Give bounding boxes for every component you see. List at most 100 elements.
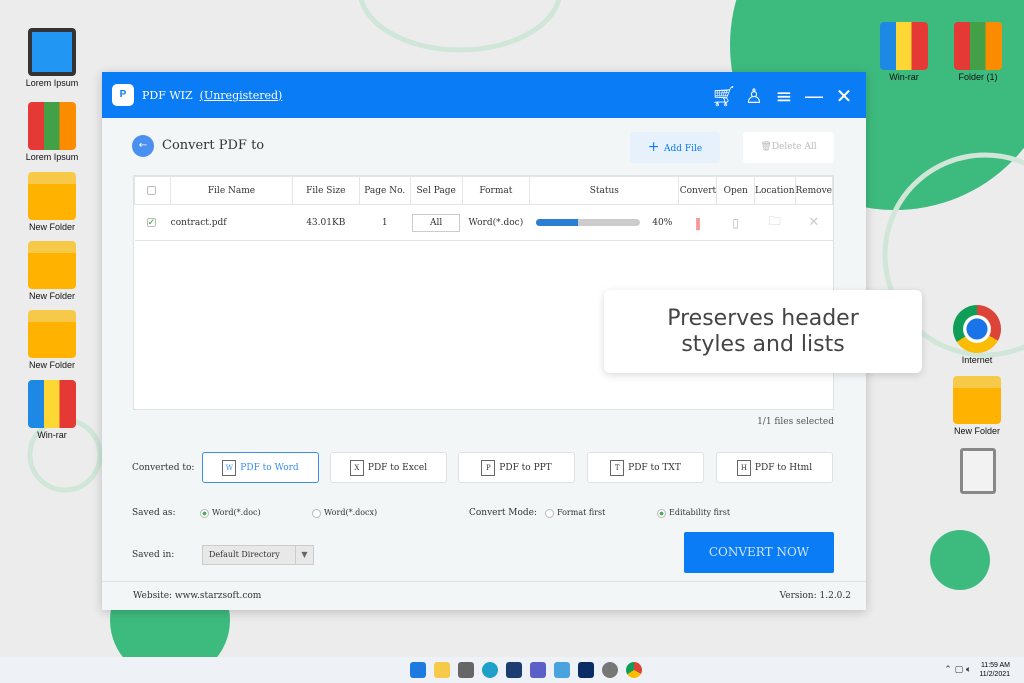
desktop-icon-folder[interactable]: New Folder <box>12 310 92 370</box>
icon-label: Internet <box>961 355 993 365</box>
winrar-icon <box>28 380 76 428</box>
title-bar: P PDF WIZ (Unregistered) 🛒︎ ♙ ≡ — ✕ <box>102 72 866 118</box>
cart-icon[interactable]: 🛒︎ <box>711 84 736 108</box>
tray-icons[interactable]: ⌃ ▢ 🔈︎ <box>944 665 971 675</box>
taskbar: ⌃ ▢ 🔈︎ 11:59 AM 11/2/2021 <box>0 657 1024 683</box>
close-icon[interactable]: ✕ <box>832 84 856 108</box>
file-explorer-icon[interactable] <box>434 662 450 678</box>
html-file-icon: H <box>736 459 751 476</box>
pause-icon[interactable]: ‖ <box>678 204 717 241</box>
desktop-icon-folder1[interactable]: Folder (1) <box>938 22 1018 82</box>
start-icon[interactable] <box>410 662 426 678</box>
icon-label: New Folder <box>28 360 75 370</box>
progress-label: 40% <box>652 217 673 228</box>
convert-now-button[interactable]: CONVERT NOW <box>684 532 834 573</box>
icon-label: Lorem Ipsum <box>25 152 79 162</box>
add-file-label: Add File <box>663 144 703 154</box>
registration-link[interactable]: (Unregistered) <box>200 89 283 102</box>
footer-divider <box>102 581 866 582</box>
menu-icon[interactable]: ≡ <box>772 84 796 108</box>
pdf-to-ppt-button[interactable]: P PDF to PPT <box>458 452 575 483</box>
col-open: Open <box>716 176 755 205</box>
desktop-icon-winrar[interactable]: Win-rar <box>12 380 92 440</box>
trash-icon: 🗑︎ <box>760 142 772 152</box>
col-file-name: File Name <box>170 176 293 205</box>
store-icon[interactable] <box>506 662 522 678</box>
pdf-to-excel-button[interactable]: X PDF to Excel <box>330 452 447 483</box>
delete-all-button[interactable]: 🗑︎Delete All <box>743 132 834 163</box>
desktop-icon-internet[interactable]: Internet <box>937 305 1017 365</box>
file-name: contract.pdf <box>170 204 293 241</box>
desktop-icon-winrar[interactable]: Win-rar <box>864 22 944 82</box>
saved-in-value: Default Directory <box>209 550 280 559</box>
open-file-icon[interactable]: ▯ <box>716 204 755 241</box>
col-location: Location <box>753 176 796 205</box>
folder-icon <box>953 376 1001 424</box>
settings-icon[interactable] <box>602 662 618 678</box>
app-logo-icon: P <box>112 84 134 106</box>
feature-callout: Preserves header styles and lists <box>604 290 922 373</box>
pdf-wiz-taskbar-icon[interactable] <box>578 662 594 678</box>
remove-icon[interactable]: ✕ <box>795 204 833 241</box>
plus-icon: + <box>647 139 664 155</box>
chrome-taskbar-icon[interactable] <box>626 662 642 678</box>
chevron-down-icon: ▼ <box>295 546 313 564</box>
format-label: PDF to PPT <box>499 462 552 473</box>
radio-icon <box>657 508 666 518</box>
bg-circle <box>358 0 562 53</box>
radio-doc[interactable]: Word(*.doc) <box>200 508 261 518</box>
desktop-icon-folder[interactable]: New Folder <box>12 172 92 232</box>
radio-docx[interactable]: Word(*.docx) <box>312 508 377 518</box>
computer-icon <box>28 28 76 76</box>
table-header: File Name File Size Page No. Sel Page Fo… <box>133 176 834 205</box>
sel-page-input[interactable]: All <box>412 213 461 232</box>
bg-circle <box>930 530 990 590</box>
format-label: PDF to Excel <box>367 462 428 473</box>
folder-icon <box>28 172 76 220</box>
radio-label: Editability first <box>669 508 731 517</box>
desktop-icon-books[interactable]: Lorem Ipsum <box>12 102 92 162</box>
edge-icon[interactable] <box>482 662 498 678</box>
user-icon[interactable]: ♙ <box>742 84 766 108</box>
saved-in-select[interactable]: Default Directory ▼ <box>202 545 314 565</box>
desktop-icon-folder[interactable]: New Folder <box>12 241 92 301</box>
radio-icon <box>200 508 209 518</box>
recycle-bin-icon[interactable] <box>960 448 996 494</box>
radio-label: Word(*.docx) <box>324 508 378 517</box>
pdf-to-word-button[interactable]: W PDF to Word <box>202 452 319 483</box>
convert-mode-label: Convert Mode: <box>469 508 538 518</box>
radio-editability-first[interactable]: Editability first <box>657 508 730 518</box>
radio-label: Format first <box>557 508 606 517</box>
radio-label: Word(*.doc) <box>212 508 261 517</box>
col-format: Format <box>461 176 531 205</box>
app-name: PDF WIZ <box>142 88 193 102</box>
minimize-icon[interactable]: — <box>802 84 826 108</box>
pdf-to-txt-button[interactable]: T PDF to TXT <box>587 452 704 483</box>
app-icon[interactable] <box>554 662 570 678</box>
pdf-to-html-button[interactable]: H PDF to Html <box>716 452 833 483</box>
format-label: PDF to Html <box>754 462 813 473</box>
col-sel-page: Sel Page <box>409 176 463 205</box>
progress-bar <box>536 218 641 226</box>
folder-location-icon[interactable]: 🗀︎ <box>754 204 796 241</box>
radio-format-first[interactable]: Format first <box>545 508 605 518</box>
website-link[interactable]: Website: www.starzsoft.com <box>133 591 261 601</box>
version-label: Version: 1.2.0.2 <box>779 591 851 601</box>
desktop-icon-folder[interactable]: New Folder <box>937 376 1017 436</box>
ppt-file-icon: P <box>481 459 496 476</box>
icon-label: New Folder <box>953 426 1000 436</box>
winrar-icon <box>880 22 928 70</box>
clock[interactable]: 11:59 AM 11/2/2021 <box>979 661 1010 679</box>
table-row: ✓ contract.pdf 43.01KB 1 All Word(*.doc)… <box>134 204 833 241</box>
txt-file-icon: T <box>610 459 625 476</box>
selected-count: 1/1 files selected <box>757 417 834 427</box>
row-checkbox[interactable]: ✓ <box>146 217 156 227</box>
select-all-checkbox[interactable] <box>146 185 156 195</box>
teams-icon[interactable] <box>530 662 546 678</box>
back-button[interactable]: ← <box>132 135 154 157</box>
desktop-icon-computer[interactable]: Lorem Ipsum <box>12 28 92 88</box>
add-file-button[interactable]: + Add File <box>630 132 720 163</box>
col-page-no: Page No. <box>358 176 411 205</box>
radio-icon <box>312 508 321 518</box>
camera-icon[interactable] <box>458 662 474 678</box>
